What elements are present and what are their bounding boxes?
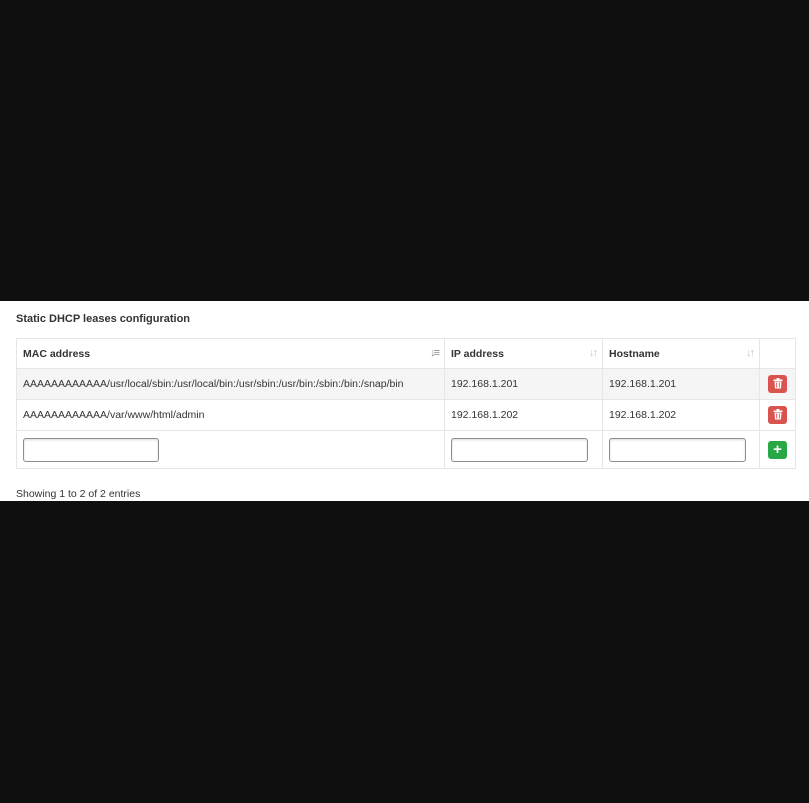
new-mac-cell (16, 430, 445, 469)
dhcp-leases-table: MAC address ↓≡ IP address ↓↑ Hostname ↓↑… (16, 338, 796, 469)
sort-icon: ↓↑ (589, 347, 598, 359)
plus-icon: + (773, 440, 782, 458)
action-cell (759, 399, 796, 431)
hostname-cell: 192.168.1.202 (602, 399, 760, 431)
new-ip-cell (444, 430, 603, 469)
sort-icon: ↓↑ (746, 347, 755, 359)
action-cell: + (759, 430, 796, 469)
column-header-mac[interactable]: MAC address ↓≡ (16, 338, 445, 369)
sort-amount-asc-icon: ↓≡ (430, 347, 440, 359)
new-hostname-input[interactable] (609, 437, 746, 462)
column-header-hostname[interactable]: Hostname ↓↑ (602, 338, 760, 369)
new-mac-input[interactable] (23, 437, 159, 462)
delete-button[interactable] (768, 406, 787, 424)
column-header-ip[interactable]: IP address ↓↑ (444, 338, 603, 369)
mac-cell: AAAAAAAAAAAA/usr/local/sbin:/usr/local/b… (16, 368, 445, 400)
new-entry-row: + (16, 430, 796, 469)
ip-cell: 192.168.1.201 (444, 368, 603, 400)
table-header-row: MAC address ↓≡ IP address ↓↑ Hostname ↓↑ (16, 338, 796, 369)
dhcp-leases-panel: Static DHCP leases configuration MAC add… (0, 301, 809, 501)
ip-cell: 192.168.1.202 (444, 399, 603, 431)
delete-button[interactable] (768, 375, 787, 393)
column-header-label: Hostname (609, 347, 660, 360)
table-row: AAAAAAAAAAAA/usr/local/sbin:/usr/local/b… (16, 368, 796, 400)
panel-title: Static DHCP leases configuration (16, 313, 191, 325)
trash-icon (773, 409, 782, 420)
column-header-actions (759, 338, 796, 369)
column-header-label: MAC address (23, 347, 91, 360)
table-row: AAAAAAAAAAAA/var/www/html/admin 192.168.… (16, 399, 796, 431)
hostname-cell: 192.168.1.201 (602, 368, 760, 400)
new-ip-input[interactable] (451, 437, 588, 462)
add-button[interactable]: + (768, 440, 787, 459)
trash-icon (773, 378, 782, 389)
new-hostname-cell (602, 430, 760, 469)
mac-cell: AAAAAAAAAAAA/var/www/html/admin (16, 399, 445, 431)
column-header-label: IP address (451, 347, 504, 360)
action-cell (759, 368, 796, 400)
table-info: Showing 1 to 2 of 2 entries (16, 488, 141, 500)
